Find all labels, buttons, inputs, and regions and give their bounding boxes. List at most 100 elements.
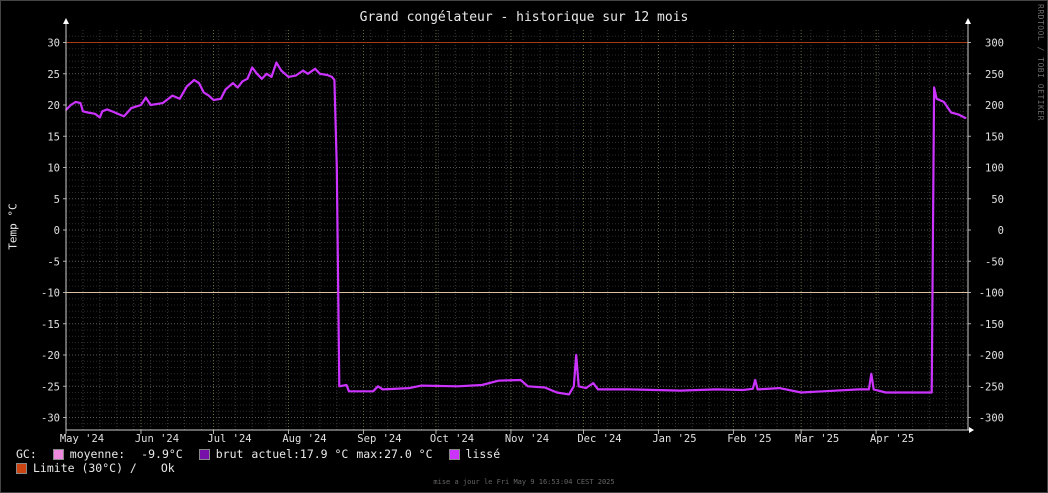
data-point (193, 79, 195, 81)
data-point (573, 385, 575, 388)
data-point (275, 61, 278, 64)
legend-actuel-value: 17.9 °C (299, 447, 349, 461)
data-point (382, 388, 384, 391)
data-point (319, 73, 321, 75)
data-point (742, 389, 744, 391)
data-point (870, 373, 873, 375)
data-point (171, 94, 174, 97)
temperature-chart: 30 300 25 250 20 200 15 150 10 100 5 50 0 0 -5 -50 -10 -1… (41, 18, 1004, 445)
x-tick-label: Feb '25 (727, 433, 771, 445)
data-point (101, 110, 104, 113)
y-tick-label-right: 150 (985, 131, 1004, 143)
data-point (577, 385, 580, 388)
data-point (885, 391, 887, 394)
x-tick-label: Oct '24 (430, 433, 474, 445)
data-point (333, 79, 336, 81)
data-point (568, 393, 570, 396)
data-point (868, 388, 870, 391)
data-point (778, 387, 781, 389)
data-point (99, 116, 101, 119)
data-point (457, 385, 459, 388)
data-point (372, 390, 374, 393)
legend-brut-label: brut (215, 447, 244, 461)
x-tick-label: Aug '24 (282, 433, 326, 445)
data-point (94, 113, 96, 115)
y-tick-label-left: 10 (47, 163, 60, 175)
y-tick-label-right: 100 (985, 163, 1004, 175)
data-point (178, 98, 181, 100)
data-point (198, 82, 200, 84)
legend-row-2: Limite (30°C) / Ok (16, 461, 175, 475)
y-tick-label-left: 25 (47, 69, 60, 81)
y-tick-label-right: -50 (985, 256, 1004, 268)
y-tick-label-left: 15 (47, 131, 60, 143)
y-axis-label: Temp °C (6, 203, 20, 250)
data-point (140, 104, 142, 106)
data-point (544, 386, 546, 389)
legend-max-label: max: (356, 447, 385, 461)
data-point (287, 76, 290, 78)
data-point (145, 96, 147, 99)
legend-limite-label: Limite (30°C) / (33, 461, 137, 475)
x-tick-label: May '24 (60, 433, 104, 445)
data-point (858, 388, 860, 391)
chart-title: Grand congélateur - historique sur 12 mo… (359, 10, 689, 25)
data-point (270, 76, 273, 78)
data-point (715, 388, 718, 391)
data-point (575, 354, 577, 356)
y-tick-label-right: 200 (985, 100, 1004, 112)
y-tick-label-left: 20 (47, 100, 60, 112)
y-tick-label-right: 300 (985, 38, 1004, 50)
data-point (106, 108, 108, 111)
data-point (556, 391, 558, 394)
data-point (161, 102, 164, 104)
y-tick-label-right: -300 (979, 413, 1004, 425)
data-point (70, 104, 72, 106)
data-point (212, 99, 215, 101)
data-point (628, 388, 631, 391)
y-tick-label-left: 30 (47, 38, 60, 50)
legend-moyenne-value: -9.9°C (141, 447, 183, 461)
x-tick-label: Dec '24 (577, 433, 621, 445)
legend-limite-status: Ok (160, 461, 175, 475)
data-point (498, 379, 500, 382)
y-tick-label-right: -200 (979, 350, 1004, 362)
data-point (314, 68, 316, 70)
data-point (280, 69, 283, 72)
y-tick-label-left: 5 (54, 194, 60, 206)
data-point (149, 104, 152, 106)
y-tick-label-left: -15 (41, 319, 60, 331)
data-point (241, 80, 244, 83)
data-point (236, 86, 239, 89)
data-point (261, 78, 263, 80)
data-point (338, 385, 341, 388)
data-point (345, 384, 348, 386)
y-tick-label-right: -100 (979, 288, 1004, 300)
moyenne-swatch (52, 448, 64, 460)
data-point (481, 384, 483, 386)
y-tick-label-left: -20 (41, 350, 60, 362)
data-point (79, 102, 82, 104)
data-point (82, 110, 84, 113)
data-point (752, 388, 754, 390)
y-tick-label-left: -25 (41, 381, 60, 393)
data-point (377, 385, 379, 388)
y-tick-label-left: 0 (54, 225, 60, 237)
data-point (307, 73, 309, 75)
x-tick-label: Nov '24 (505, 433, 549, 445)
watermark: RRDTOOL / TOBI OETIKER (1036, 4, 1045, 121)
data-point (326, 74, 329, 76)
data-point (251, 66, 253, 69)
data-point (336, 166, 338, 169)
y-tick-label-right: 0 (998, 225, 1004, 237)
data-point (933, 86, 935, 89)
x-tick-label: Apr '25 (870, 433, 914, 445)
legend-row-1: GC: moyenne: -9.9°C brut actuel: 17.9 °C… (16, 447, 500, 461)
x-tick-label: Jul '24 (207, 433, 251, 445)
y-tick-label-right: -250 (979, 381, 1004, 393)
x-tick-label: Jun '24 (135, 433, 179, 445)
data-point (420, 384, 423, 387)
data-point (111, 110, 113, 113)
data-point (950, 111, 952, 114)
data-point (408, 387, 411, 389)
